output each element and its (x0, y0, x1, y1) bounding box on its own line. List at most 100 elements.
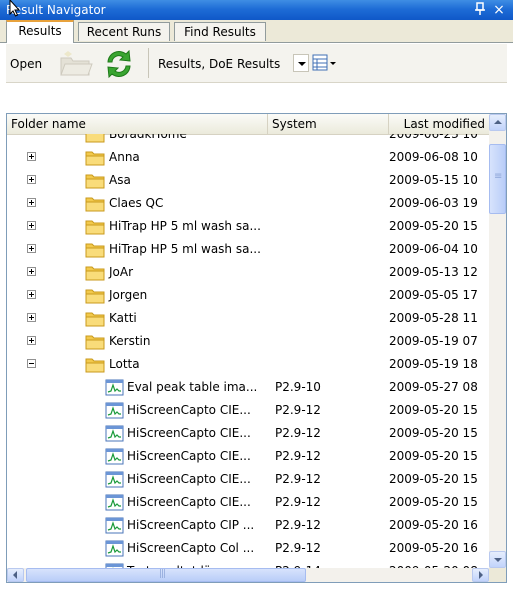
row-last-modified: 2009-05-19 18 (389, 357, 478, 371)
chromatogram-icon (105, 540, 124, 557)
folder-icon (85, 335, 105, 350)
row-name: HiScreenCapto CIE... (127, 449, 251, 463)
column-header-row: Folder name System Last modified (7, 114, 506, 135)
tab-find-results[interactable]: Find Results (174, 22, 266, 41)
tree-row-folder[interactable]: Asa 2009-05-15 10 (7, 169, 489, 192)
scrollbar-corner (489, 568, 506, 582)
tree-row-folder[interactable]: Claes QC 2009-06-03 19 (7, 192, 489, 215)
row-last-modified: 2009-05-20 15 (389, 219, 478, 233)
column-header-system[interactable]: System (268, 114, 389, 134)
expand-icon[interactable] (27, 313, 36, 322)
scroll-down-button[interactable] (489, 551, 506, 568)
expand-icon[interactable] (27, 221, 36, 230)
vertical-scrollbar[interactable] (489, 114, 506, 568)
row-last-modified: 2009-05-20 15 (389, 449, 478, 463)
mouse-cursor-icon (9, 0, 21, 17)
tab-label: Recent Runs (86, 25, 162, 39)
horizontal-scroll-thumb[interactable] (26, 568, 306, 582)
tree-row-result[interactable]: HiScreenCapto CIE... P2.9-12 2009-05-20 15 (7, 422, 489, 445)
expand-icon[interactable] (27, 267, 36, 276)
tree-row-folder[interactable]: HiTrap HP 5 ml wash sa... 2009-05-20 15 (7, 215, 489, 238)
scroll-right-button[interactable] (472, 568, 489, 582)
row-name: Katti (109, 311, 137, 325)
expand-icon[interactable] (27, 290, 36, 299)
row-last-modified: 2009-05-20 15 (389, 472, 478, 486)
results-filter-value[interactable]: Results, DoE Results (158, 57, 280, 71)
row-system: P2.9-12 (275, 426, 321, 440)
row-name: Eval peak table ima... (127, 380, 258, 394)
chromatogram-icon (105, 471, 124, 488)
expand-icon[interactable] (27, 244, 36, 253)
refresh-icon[interactable] (102, 48, 136, 80)
folder-open-icon[interactable] (58, 50, 94, 78)
expand-icon[interactable] (27, 175, 36, 184)
column-header-folder-name[interactable]: Folder name (7, 114, 268, 134)
chevron-down-icon[interactable] (293, 54, 309, 72)
tree-rows: BoradkHome 2009-06-23 10 Anna 2009-06-08 10… (7, 134, 489, 568)
column-header-label: System (272, 117, 317, 131)
folder-icon (85, 358, 105, 373)
row-name: Kerstin (109, 334, 151, 348)
tab-recent-runs[interactable]: Recent Runs (78, 22, 170, 41)
expand-icon[interactable] (27, 336, 36, 345)
collapse-icon[interactable] (27, 359, 36, 368)
tree-row-result[interactable]: HiScreenCapto CIP ... P2.9-12 2009-05-20 1… (7, 514, 489, 537)
tree-row-folder[interactable]: JoAr 2009-05-13 12 (7, 261, 489, 284)
row-last-modified: 2009-05-13 12 (389, 265, 478, 279)
tab-results[interactable]: Results (6, 20, 74, 43)
column-header-label: Last modified (403, 117, 485, 131)
result-navigator-window: Result Navigator × Results Recent Runs F… (0, 0, 513, 603)
tree-row-folder[interactable]: BoradkHome 2009-06-23 10 (7, 134, 489, 146)
tab-strip: Results Recent Runs Find Results (0, 20, 513, 43)
tab-label: Find Results (184, 25, 256, 39)
tree-row-result[interactable]: Eval peak table ima... P2.9-10 2009-05-27 … (7, 376, 489, 399)
row-system: P2.9-10 (275, 380, 321, 394)
view-mode-icon[interactable] (312, 54, 338, 72)
tab-label: Results (18, 24, 62, 38)
row-system: P2.9-12 (275, 495, 321, 509)
folder-icon (85, 312, 105, 327)
title-bar[interactable]: Result Navigator × (0, 0, 513, 20)
vertical-scroll-thumb[interactable] (489, 144, 506, 214)
folder-icon (85, 220, 105, 235)
tree-row-result[interactable]: HiScreenCapto CIE... P2.9-12 2009-05-20 15 (7, 491, 489, 514)
column-header-label: Folder name (11, 117, 86, 131)
tree-row-folder[interactable]: Kerstin 2009-05-19 07 (7, 330, 489, 353)
row-last-modified: 2009-05-20 15 (389, 426, 478, 440)
row-last-modified: 2009-05-05 17 (389, 288, 478, 302)
row-name: Asa (109, 173, 131, 187)
tree-row-folder[interactable]: HiTrap HP 5 ml wash sa... 2009-06-04 10 (7, 238, 489, 261)
folder-icon (85, 151, 105, 166)
row-last-modified: 2009-05-28 11 (389, 311, 478, 325)
tree-row-result[interactable]: HiScreenCapto Col ... P2.9-12 2009-05-20 1… (7, 537, 489, 560)
row-last-modified: 2009-05-20 15 (389, 403, 478, 417)
scroll-left-button[interactable] (7, 568, 24, 582)
row-system: P2.9-12 (275, 518, 321, 532)
row-name: HiScreenCapto CIE... (127, 426, 251, 440)
pin-icon[interactable] (472, 2, 488, 18)
tree-row-result[interactable]: HiScreenCapto CIE... P2.9-12 2009-05-20 15 (7, 445, 489, 468)
row-name: HiScreenCapto CIE... (127, 495, 251, 509)
scroll-up-button[interactable] (489, 114, 506, 131)
row-last-modified: 2009-05-20 16 (389, 541, 478, 555)
tree-row-folder[interactable]: Lotta 2009-05-19 18 (7, 353, 489, 376)
tree-row-result[interactable]: HiScreenCapto CIE... P2.9-12 2009-05-20 15 (7, 468, 489, 491)
close-icon[interactable]: × (491, 2, 507, 18)
tree-row-result[interactable]: Testresultat läs...P2.9-142009-05-20 08 (7, 560, 489, 568)
tree-row-folder[interactable]: Anna 2009-06-08 10 (7, 146, 489, 169)
row-system: P2.9-12 (275, 403, 321, 417)
tree-row-folder[interactable]: Jorgen 2009-05-05 17 (7, 284, 489, 307)
row-last-modified: 2009-06-23 10 (389, 134, 478, 141)
expand-icon[interactable] (27, 152, 36, 161)
chromatogram-icon (105, 517, 124, 534)
folder-icon (85, 197, 105, 212)
row-name: Jorgen (109, 288, 148, 302)
chromatogram-icon (105, 448, 124, 465)
horizontal-scrollbar[interactable] (7, 568, 489, 582)
expand-icon[interactable] (27, 198, 36, 207)
column-header-last-modified[interactable]: Last modified (389, 114, 489, 134)
tree-row-result[interactable]: HiScreenCapto CIE... P2.9-12 2009-05-20 15 (7, 399, 489, 422)
row-name: HiScreenCapto CIP ... (127, 518, 255, 532)
tree-row-folder[interactable]: Katti 2009-05-28 11 (7, 307, 489, 330)
folder-icon (85, 174, 105, 189)
